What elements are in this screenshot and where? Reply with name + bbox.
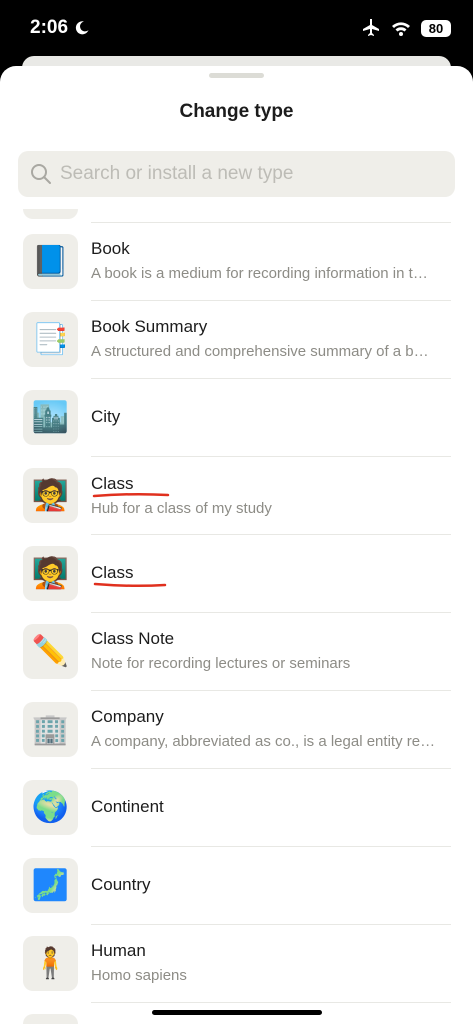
document-icon: 📑 [23,312,78,367]
red-underline-annotation [93,582,167,588]
status-time: 2:06 [30,17,90,39]
item-title: Class Note [91,629,175,648]
list-item-class[interactable]: 🧑‍🏫 Class [0,535,473,613]
list-item-book-summary[interactable]: 📑 Book Summary A structured and comprehe… [0,301,473,379]
person-icon: 🧍 [23,936,78,991]
clock: 2:06 [30,17,69,38]
item-title: Book Summary [91,317,208,336]
airplane-icon [363,19,379,36]
list-item-class-note[interactable]: ✏️ Class Note Note for recording lecture… [0,613,473,691]
search-bar[interactable] [18,151,455,197]
item-description: A company, abbreviated as co., is a lega… [91,733,436,750]
list-item-continent[interactable]: 🌍 Continent [0,769,473,847]
list-item-company[interactable]: 🏢 Company A company, abbreviated as co.,… [0,691,473,769]
item-description: Homo sapiens [91,967,187,984]
office-building-icon: 🏢 [23,702,78,757]
list-item-partial [23,209,78,219]
list-item-partial [23,1014,78,1024]
list-item-class-hub[interactable]: 🧑‍🏫 Class Hub for a class of my study [0,457,473,535]
status-bar: 2:06 80 [0,0,473,56]
home-indicator[interactable] [152,1010,322,1015]
sheet-grabber[interactable] [209,73,264,78]
globe-icon: 🌍 [23,780,78,835]
item-description: A structured and comprehensive summary o… [91,343,436,360]
list-item-country[interactable]: 🗾 Country [0,847,473,925]
teacher-icon: 🧑‍🏫 [23,468,78,523]
teacher-icon: 🧑‍🏫 [23,546,78,601]
battery-indicator: 80 [421,19,451,37]
blue-book-icon: 📘 [23,234,78,289]
change-type-sheet: Change type 📘 Book A book is a medium fo… [0,66,473,1024]
type-list[interactable]: 📘 Book A book is a medium for recording … [0,209,473,1024]
item-title: Continent [91,797,164,816]
item-title: City [91,407,121,426]
item-description: Hub for a class of my study [91,500,272,517]
item-title: Class [91,563,134,582]
divider [91,1002,451,1003]
search-icon [31,164,51,184]
item-description: Note for recording lectures or seminars [91,655,351,672]
item-title: Human [91,941,146,960]
item-description: A book is a medium for recording informa… [91,265,436,282]
list-item-city[interactable]: 🏙️ City [0,379,473,457]
red-underline-annotation [92,492,170,498]
moon-icon [75,21,89,35]
item-title: Book [91,239,130,258]
item-title: Country [91,875,151,894]
search-input[interactable] [60,163,440,185]
cityscape-icon: 🏙️ [23,390,78,445]
status-indicators: 80 [361,18,451,38]
wifi-icon [392,22,410,36]
list-item-human[interactable]: 🧍 Human Homo sapiens [0,925,473,1003]
pencil-icon: ✏️ [23,624,78,679]
item-title: Company [91,707,164,726]
sheet-title: Change type [179,101,294,122]
map-icon: 🗾 [23,858,78,913]
list-item-book[interactable]: 📘 Book A book is a medium for recording … [0,223,473,301]
